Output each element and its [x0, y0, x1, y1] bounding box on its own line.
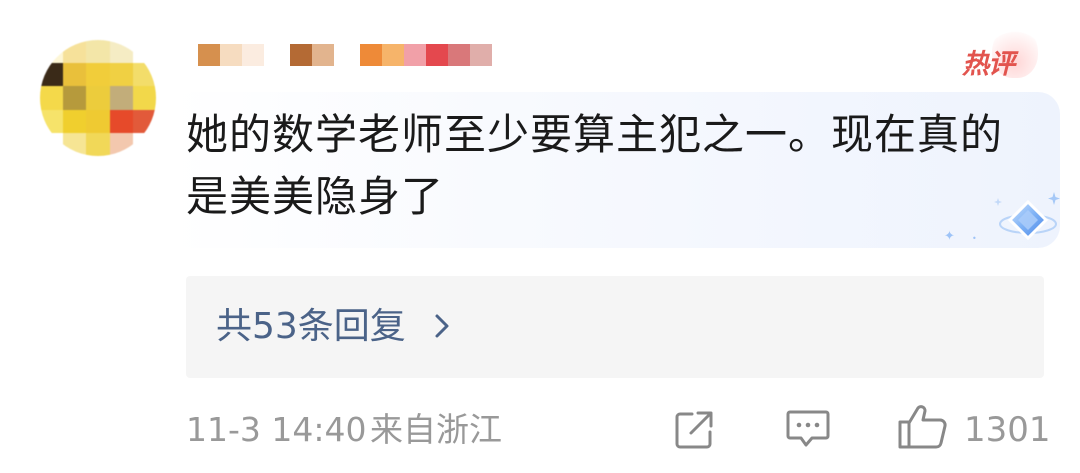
- hot-badge-label: 热评: [962, 49, 1015, 80]
- comment-text: 她的数学老师至少要算主犯之一。现在真的是美美隐身了: [186, 110, 1004, 221]
- comment-timestamp: 11-3 14:40: [186, 410, 367, 449]
- comment-page: 热评 她的数学老师至少要算主犯之一。现在真的是美美隐身了 ✦ • 共53条回复: [0, 0, 1080, 473]
- sparkle-icon: ✦: [944, 229, 955, 244]
- chevron-right-icon[interactable]: [428, 312, 456, 340]
- thumbs-up-icon[interactable]: [896, 400, 950, 452]
- like-count: 1301: [964, 410, 1051, 450]
- hot-comment-badge: 热评: [962, 26, 1042, 80]
- view-replies-link[interactable]: 共53条回复: [216, 302, 406, 352]
- comment-icon[interactable]: [784, 406, 832, 452]
- share-icon[interactable]: [672, 408, 716, 452]
- sparkle-icon: •: [972, 234, 977, 243]
- diamond-decoration-icon: [988, 188, 1068, 254]
- avatar[interactable]: [40, 40, 156, 156]
- comment-location: 来自浙江: [370, 410, 502, 449]
- username-mosaic[interactable]: [198, 44, 492, 66]
